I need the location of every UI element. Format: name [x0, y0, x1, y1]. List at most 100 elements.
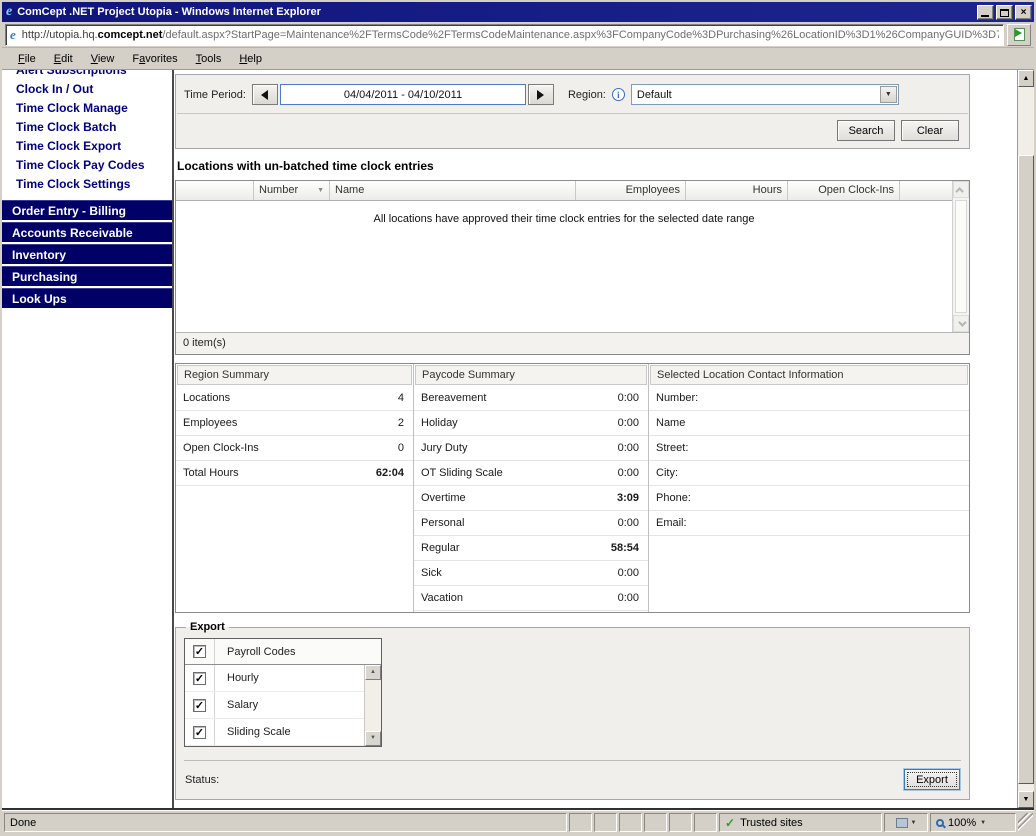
summary-row-value: 0:00 [617, 442, 639, 454]
menu-favorites[interactable]: Favorites [124, 50, 185, 68]
sidebar-item-time-clock-settings[interactable]: Time Clock Settings [2, 175, 172, 194]
chevron-down-icon: ▼ [910, 819, 917, 826]
scrollbar-track[interactable] [1018, 784, 1034, 791]
payroll-codes-list: Payroll Codes HourlySalarySliding Scale … [184, 638, 382, 747]
title-bar: e ComCept .NET Project Utopia - Windows … [2, 2, 1034, 22]
column-label: Hours [752, 184, 782, 196]
browser-viewport: Alert Subscriptions Clock In / Out Time Cl… [2, 70, 1034, 810]
sidebar-section-accounts-receivable[interactable]: Accounts Receivable [2, 222, 172, 242]
menu-tools[interactable]: Tools [188, 50, 230, 68]
sidebar-section-purchasing[interactable]: Purchasing [2, 266, 172, 286]
summary-row-label: Bereavement [421, 392, 487, 404]
grid-column-header[interactable]: Name [330, 181, 576, 200]
sidebar-item-time-clock-export[interactable]: Time Clock Export [2, 137, 172, 156]
sidebar-item-alert-subscriptions[interactable]: Alert Subscriptions [2, 70, 172, 80]
menu-file[interactable]: File [10, 50, 44, 68]
sidebar-section-inventory[interactable]: Inventory [2, 244, 172, 264]
scrollbar-thumb[interactable] [1018, 155, 1034, 784]
security-zone[interactable]: ✓ Trusted sites [719, 813, 882, 832]
payroll-code-label: Hourly [227, 672, 259, 684]
grid-column-header[interactable]: Number ▼ [254, 181, 330, 200]
menu-help[interactable]: Help [231, 50, 270, 68]
summary-column-title: Selected Location Contact Information [650, 365, 968, 385]
close-button[interactable]: × [1015, 4, 1032, 20]
sidebar-section-look-ups[interactable]: Look Ups [2, 288, 172, 308]
summary-row: Jury Duty 0:00 [414, 436, 648, 461]
scrollbar-thumb[interactable] [955, 200, 967, 313]
summary-row: Holiday 0:00 [414, 411, 648, 436]
summary-row: Locations 4 [176, 386, 413, 411]
checkbox-hourly[interactable] [193, 671, 206, 685]
list-scrollbar[interactable]: ▲ ▼ [364, 665, 381, 746]
region-select[interactable]: Default ▼ [630, 84, 899, 105]
grid-column-header[interactable] [176, 181, 254, 200]
time-period-input[interactable] [279, 84, 526, 105]
summary-row: Email: [649, 511, 969, 536]
sidebar-item-time-clock-batch[interactable]: Time Clock Batch [2, 118, 172, 137]
page-favicon-icon: e [10, 27, 16, 42]
grid-column-header[interactable]: Open Clock-Ins [788, 181, 900, 200]
summary-row: Employees 2 [176, 411, 413, 436]
summary-row-label: Regular [421, 542, 460, 554]
page-content: Time Period: Region: i Default ▼ Search … [174, 70, 1017, 808]
sidebar-item-time-clock-pay-codes[interactable]: Time Clock Pay Codes [2, 156, 172, 175]
minimize-icon [981, 14, 989, 17]
clear-button[interactable]: Clear [901, 120, 959, 141]
summary-row: Regular 58:54 [414, 536, 648, 561]
scrollbar-track[interactable] [1018, 87, 1034, 155]
next-period-button[interactable] [527, 84, 554, 105]
time-period-label: Time Period: [184, 88, 246, 101]
status-cell [644, 813, 667, 832]
grid-column-header[interactable]: Employees [576, 181, 686, 200]
zoom-control[interactable]: 100% ▼ [930, 813, 1016, 832]
menu-edit[interactable]: Edit [46, 50, 81, 68]
export-legend: Export [190, 621, 225, 633]
maximize-button[interactable] [996, 4, 1013, 20]
summary-row-value: 2 [397, 417, 404, 429]
summary-row-label: Total Hours [183, 467, 239, 479]
summary-row-label: Locations [183, 392, 231, 404]
payroll-codes-header: Payroll Codes [185, 639, 381, 665]
menu-view[interactable]: View [83, 50, 123, 68]
column-label: Open Clock-Ins [818, 184, 894, 196]
ie-logo-icon: e [6, 4, 13, 19]
sidebar-item-time-clock-manage[interactable]: Time Clock Manage [2, 99, 172, 118]
export-button[interactable]: Export [904, 769, 960, 790]
menu-bar: File Edit View Favorites Tools Help [2, 48, 1034, 70]
checkbox-sliding-scale[interactable] [193, 725, 206, 739]
scroll-down-button[interactable]: ▼ [1018, 791, 1034, 808]
info-icon[interactable]: i [611, 88, 625, 101]
search-button[interactable]: Search [837, 120, 895, 141]
summary-row-label: Jury Duty [421, 442, 468, 454]
summary-row-value: 0:00 [617, 467, 639, 479]
sort-arrow-icon[interactable]: ▼ [317, 181, 324, 200]
summary-row-value: 0:00 [617, 517, 639, 529]
address-input[interactable]: e http://utopia.hq.comcept.net/default.a… [5, 23, 1004, 46]
scroll-up-button[interactable] [953, 181, 969, 198]
protected-mode-panel[interactable]: ▼ [884, 813, 928, 832]
summary-row-label: Phone: [656, 492, 691, 504]
column-label: Number [259, 184, 299, 196]
payroll-code-label: Salary [227, 699, 259, 711]
checkbox-salary[interactable] [193, 698, 206, 712]
grid-scrollbar[interactable] [952, 181, 969, 332]
scroll-down-button[interactable] [953, 315, 969, 332]
browser-scrollbar[interactable]: ▲ ▼ [1017, 70, 1034, 808]
summary-row-label: City: [656, 467, 678, 479]
summary-row-value: 0:00 [617, 567, 639, 579]
grid-column-header[interactable]: Hours [686, 181, 788, 200]
scroll-up-button[interactable]: ▲ [365, 665, 381, 680]
resize-grip[interactable] [1018, 813, 1033, 832]
go-button[interactable] [1007, 23, 1031, 46]
sidebar-item-clock-in-out[interactable]: Clock In / Out [2, 80, 172, 99]
payroll-codes-checkbox[interactable] [193, 645, 206, 658]
minimize-button[interactable] [977, 4, 994, 20]
scroll-down-button[interactable]: ▼ [365, 731, 381, 746]
summary-panel: Region Summary Locations 4 Employees 2 Open C… [175, 363, 970, 613]
previous-period-button[interactable] [251, 84, 278, 105]
summary-row: Open Clock-Ins 0 [176, 436, 413, 461]
sidebar-section-order-entry-billing[interactable]: Order Entry - Billing [2, 200, 172, 220]
payroll-codes-items: Hourly Salary Sliding Scale [185, 665, 364, 746]
scroll-up-button[interactable]: ▲ [1018, 70, 1034, 87]
region-selected-value: Default [636, 88, 672, 101]
